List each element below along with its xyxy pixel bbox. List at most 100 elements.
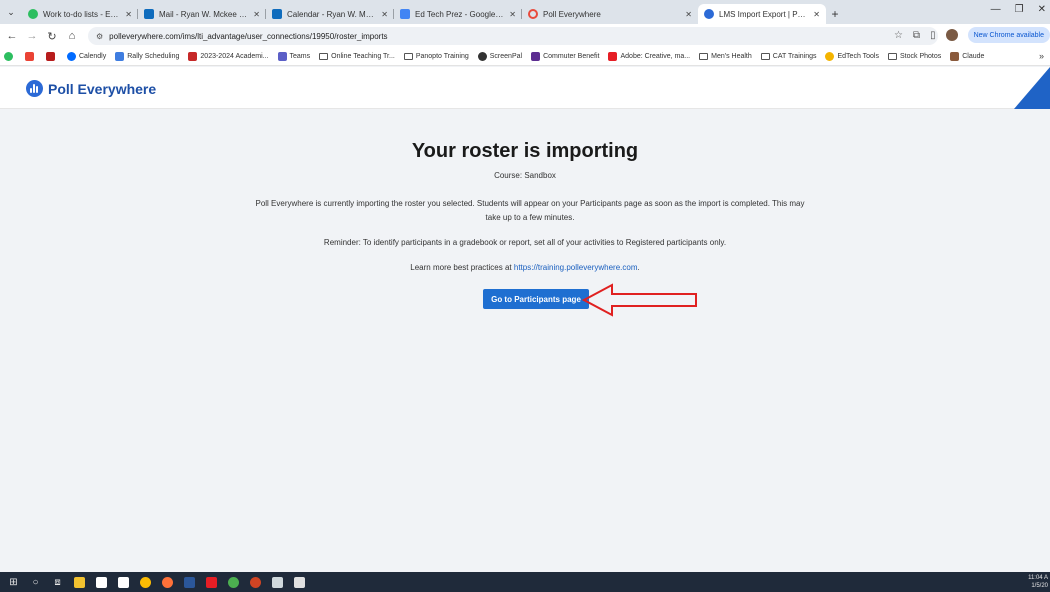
browser-toolbar: ← → ↻ ⌂ ⚙ polleverywhere.com/ims/lti_adv… bbox=[0, 24, 1050, 48]
bookmarks-overflow-button[interactable]: » bbox=[1039, 51, 1044, 61]
tab-poll-everywhere[interactable]: Poll Everywhere ✕ bbox=[522, 4, 698, 24]
home-icon[interactable]: ⌂ bbox=[64, 30, 80, 42]
new-tab-button[interactable]: + bbox=[826, 4, 844, 24]
close-icon[interactable]: ✕ bbox=[509, 10, 516, 19]
clock-time: 11:04 A bbox=[1028, 575, 1048, 581]
reload-icon[interactable]: ↻ bbox=[44, 30, 60, 43]
bookmark-online-teaching[interactable]: Online Teaching Tr... bbox=[319, 53, 395, 60]
logo-bar bbox=[33, 84, 35, 93]
bookmark-adobe[interactable]: Adobe: Creative, ma... bbox=[608, 52, 690, 61]
bookmark-label: Stock Photos bbox=[900, 53, 942, 60]
bookmark-cat-trainings[interactable]: CAT Trainings bbox=[760, 53, 816, 60]
bookmark-screenpal[interactable]: ScreenPal bbox=[477, 52, 522, 61]
close-window-button[interactable]: ✕ bbox=[1038, 4, 1046, 15]
folder-icon bbox=[699, 53, 709, 60]
system-clock[interactable]: 11:04 A 1/5/20 bbox=[1028, 574, 1048, 590]
annotation-arrow-icon bbox=[582, 283, 697, 317]
windows-start-icon[interactable]: ⊞ bbox=[8, 577, 19, 588]
powerpoint-icon[interactable] bbox=[250, 576, 261, 588]
tab-evernote[interactable]: Work to-do lists - Evernote ✕ bbox=[22, 4, 138, 24]
address-bar[interactable]: ⚙ polleverywhere.com/ims/lti_advantage/u… bbox=[88, 27, 938, 45]
url-text: polleverywhere.com/ims/lti_advantage/use… bbox=[109, 31, 388, 41]
google-docs-icon bbox=[400, 9, 410, 19]
close-icon[interactable]: ✕ bbox=[813, 10, 820, 19]
logo-bar bbox=[36, 86, 38, 93]
bookmark-edtech-tools[interactable]: EdTech Tools bbox=[825, 52, 879, 61]
gmail-icon bbox=[25, 52, 34, 61]
bookmark-rally-scheduling[interactable]: Rally Scheduling bbox=[115, 52, 179, 61]
tab-outlook-calendar[interactable]: Calendar - Ryan W. Mckee - Outlook ✕ bbox=[266, 4, 394, 24]
bookmark-teams[interactable]: Teams bbox=[277, 52, 310, 61]
side-panel-icon[interactable]: ▯ bbox=[930, 30, 936, 41]
bookmark-panopto-training[interactable]: Panopto Training bbox=[403, 53, 469, 60]
bookmark-app[interactable] bbox=[46, 52, 58, 61]
import-status-message: Poll Everywhere is currently importing t… bbox=[255, 199, 805, 222]
edtech-icon bbox=[825, 52, 835, 61]
app-icon[interactable] bbox=[228, 576, 239, 588]
clock-date: 1/5/20 bbox=[1031, 583, 1048, 589]
chrome-update-button[interactable]: New Chrome available bbox=[967, 27, 1050, 43]
bookmark-commuter-benefit[interactable]: Commuter Benefit bbox=[531, 52, 599, 61]
restore-button[interactable]: ❐ bbox=[1015, 4, 1024, 15]
bookmark-evernote[interactable] bbox=[4, 52, 16, 61]
windows-taskbar: ⊞ ○ ⧈ 11:04 A 1/5/20 bbox=[0, 572, 1050, 592]
adobe-icon bbox=[608, 52, 618, 61]
minimize-button[interactable]: — bbox=[991, 4, 1001, 15]
calendar-icon bbox=[115, 52, 125, 61]
calculator-icon[interactable] bbox=[272, 576, 283, 588]
site-settings-icon[interactable]: ⚙ bbox=[96, 32, 103, 41]
bookmark-stock-photos[interactable]: Stock Photos bbox=[888, 53, 941, 60]
acrobat-icon[interactable] bbox=[206, 576, 217, 588]
close-icon[interactable]: ✕ bbox=[381, 10, 388, 19]
bookmark-calendly[interactable]: Calendly bbox=[67, 52, 106, 61]
poll-everywhere-logo[interactable]: Poll Everywhere bbox=[26, 80, 156, 97]
folder-icon bbox=[403, 53, 413, 60]
firefox-icon[interactable] bbox=[162, 576, 173, 588]
best-practices-suffix: . bbox=[637, 263, 640, 272]
file-explorer-icon[interactable] bbox=[74, 576, 85, 588]
bookmark-label: Adobe: Creative, ma... bbox=[620, 53, 691, 60]
word-icon[interactable] bbox=[184, 576, 195, 588]
bookmark-star-icon[interactable]: ☆ bbox=[894, 30, 903, 41]
bookmark-gmail[interactable] bbox=[25, 52, 37, 61]
task-view-icon[interactable]: ⧈ bbox=[52, 577, 63, 588]
bookmark-academic-calendar[interactable]: 2023-2024 Academi... bbox=[188, 52, 269, 61]
back-arrow-icon[interactable]: ← bbox=[4, 30, 20, 42]
extensions-icon[interactable]: ⧉ bbox=[913, 30, 920, 41]
tab-label: LMS Import Export | Poll Everywhere bbox=[719, 9, 809, 19]
chrome-icon[interactable] bbox=[140, 576, 151, 588]
close-icon[interactable]: ✕ bbox=[125, 10, 132, 19]
mail-icon[interactable] bbox=[118, 576, 129, 588]
store-icon[interactable] bbox=[96, 576, 107, 588]
logo-text: Poll Everywhere bbox=[48, 80, 157, 97]
registered-participants-reminder: Reminder: To identify participants in a … bbox=[323, 238, 727, 247]
folder-icon bbox=[319, 53, 329, 60]
tab-label: Ed Tech Prez - Google Docs bbox=[415, 9, 505, 19]
profile-avatar[interactable] bbox=[945, 29, 958, 41]
tab-outlook-mail[interactable]: Mail - Ryan W. Mckee - Outlook ✕ bbox=[138, 4, 266, 24]
calendly-icon bbox=[67, 52, 76, 61]
tab-google-docs[interactable]: Ed Tech Prez - Google Docs ✕ bbox=[394, 4, 522, 24]
toolbar-actions: ☆ ⧉ ▯ New Chrome available bbox=[894, 27, 1050, 43]
bookmark-mens-health[interactable]: Men's Health bbox=[699, 53, 752, 60]
tab-label: Mail - Ryan W. Mckee - Outlook bbox=[159, 9, 249, 19]
logo-bar bbox=[30, 88, 32, 93]
close-icon[interactable]: ✕ bbox=[253, 10, 260, 19]
bookmark-claude[interactable]: Claude bbox=[950, 52, 984, 61]
header-accent-shape bbox=[1014, 67, 1050, 109]
go-to-participants-button[interactable]: Go to Participants page bbox=[483, 289, 589, 309]
page-title: Your roster is importing bbox=[411, 140, 639, 162]
calendar-icon bbox=[272, 9, 282, 19]
screenpal-icon bbox=[477, 52, 487, 61]
tab-search-chevron-icon[interactable]: ⌄ bbox=[0, 0, 22, 24]
outlook-icon bbox=[144, 9, 154, 19]
close-icon[interactable]: ✕ bbox=[685, 10, 692, 19]
best-practices-line: Learn more best practices at https://tra… bbox=[0, 263, 1050, 272]
search-icon[interactable]: ○ bbox=[30, 577, 41, 588]
bookmark-label: Panopto Training bbox=[415, 53, 469, 60]
training-link[interactable]: https://training.polleverywhere.com bbox=[514, 263, 638, 272]
paint-icon[interactable] bbox=[294, 576, 305, 588]
tab-lms-import-export[interactable]: LMS Import Export | Poll Everywhere ✕ bbox=[698, 4, 826, 24]
forward-arrow-icon[interactable]: → bbox=[24, 30, 40, 42]
tab-label: Work to-do lists - Evernote bbox=[43, 9, 122, 19]
